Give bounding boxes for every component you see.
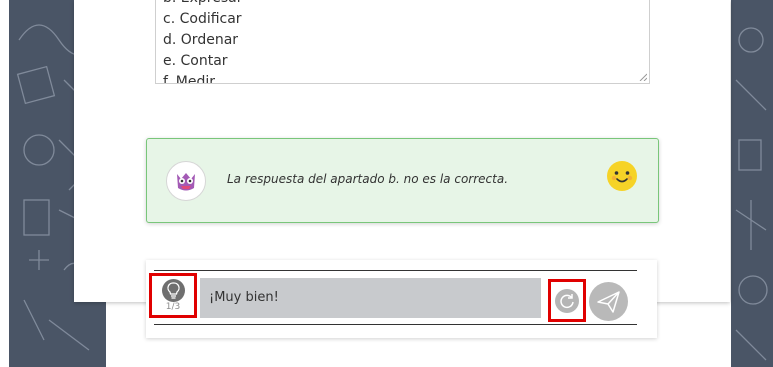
list-item: e. Contar xyxy=(163,53,228,69)
resize-grip-icon[interactable] xyxy=(639,73,647,81)
lightbulb-icon xyxy=(167,282,180,299)
hint-icon-circle xyxy=(162,279,185,302)
list-item: b. Expresar xyxy=(163,0,243,9)
monster-mascot-icon xyxy=(177,173,195,191)
smiley-face-icon xyxy=(607,161,637,191)
feedback-text: La respuesta del apartado b. no es la co… xyxy=(227,172,509,186)
math-pattern-background-right xyxy=(731,0,773,367)
retry-icon-circle xyxy=(555,289,579,313)
list-item: d. Ordenar xyxy=(163,32,239,48)
divider xyxy=(154,324,637,325)
hint-button[interactable]: 1/3 xyxy=(149,273,197,318)
hint-counter: 1/3 xyxy=(165,302,181,312)
list-item: f. Medir xyxy=(163,74,216,84)
retry-button[interactable] xyxy=(548,279,586,322)
answer-bar: 1/3 ¡Muy bien! xyxy=(146,260,657,338)
math-doodle-icon xyxy=(735,27,768,361)
options-textarea[interactable]: b. Expresar c. Codificar d. Ordenar e. C… xyxy=(155,0,650,84)
list-item: c. Codificar xyxy=(163,11,242,27)
refresh-icon xyxy=(560,294,574,309)
answer-input[interactable]: ¡Muy bien! xyxy=(200,278,541,318)
send-button[interactable] xyxy=(589,282,628,321)
feedback-message-box: La respuesta del apartado b. no es la co… xyxy=(146,138,659,223)
divider xyxy=(154,270,637,271)
avatar xyxy=(166,161,206,201)
paper-plane-icon xyxy=(597,291,620,313)
